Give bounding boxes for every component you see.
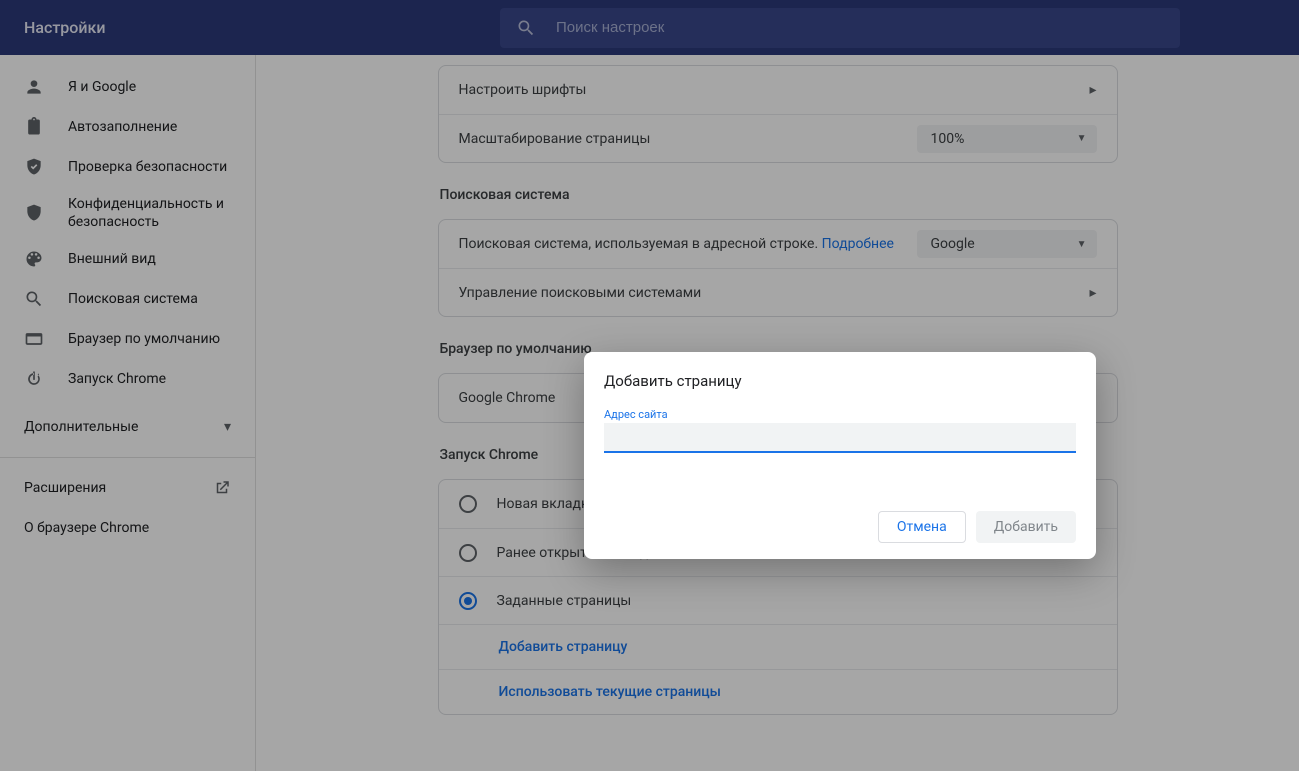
site-url-input[interactable] [604, 423, 1076, 453]
cancel-button[interactable]: Отмена [878, 511, 966, 543]
dialog-title: Добавить страницу [604, 372, 1076, 390]
dialog-actions: Отмена Добавить [604, 511, 1076, 543]
add-button[interactable]: Добавить [976, 511, 1076, 543]
add-label: Добавить [994, 519, 1058, 535]
url-field-label: Адрес сайта [604, 408, 1076, 421]
add-page-dialog: Добавить страницу Адрес сайта Отмена Доб… [584, 352, 1096, 559]
cancel-label: Отмена [897, 519, 947, 535]
